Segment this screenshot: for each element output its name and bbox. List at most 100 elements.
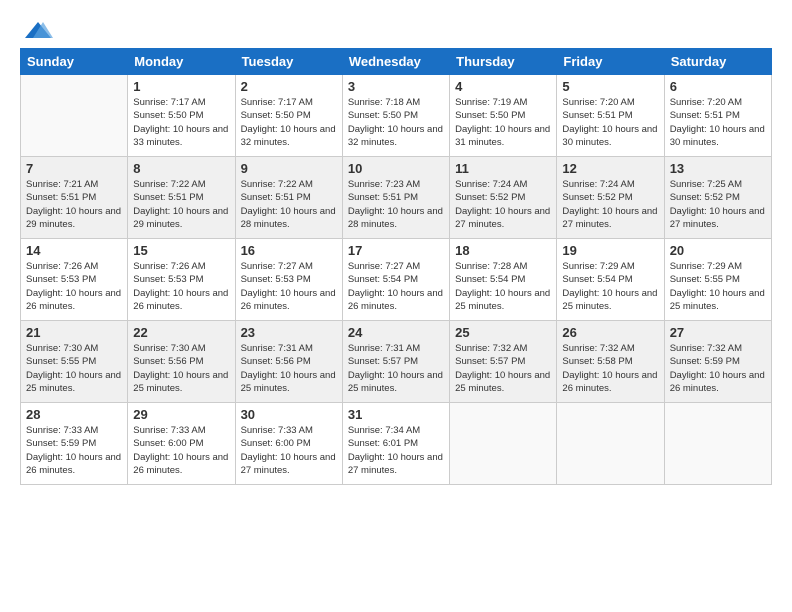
- day-header-thursday: Thursday: [450, 49, 557, 75]
- calendar-cell: 30 Sunrise: 7:33 AMSunset: 6:00 PMDayligh…: [235, 403, 342, 485]
- calendar-cell: 5 Sunrise: 7:20 AMSunset: 5:51 PMDaylight…: [557, 75, 664, 157]
- day-info: Sunrise: 7:21 AMSunset: 5:51 PMDaylight:…: [26, 178, 122, 231]
- day-info: Sunrise: 7:33 AMSunset: 6:00 PMDaylight:…: [133, 424, 229, 477]
- day-info: Sunrise: 7:22 AMSunset: 5:51 PMDaylight:…: [241, 178, 337, 231]
- calendar-week-row: 28 Sunrise: 7:33 AMSunset: 5:59 PMDayligh…: [21, 403, 772, 485]
- calendar-cell: 23Sunrise: 7:31 AMSunset: 5:56 PMDayligh…: [235, 321, 342, 403]
- logo-icon: [23, 20, 53, 40]
- day-number: 22: [133, 325, 229, 340]
- calendar-cell: 21 Sunrise: 7:30 AMSunset: 5:55 PMDayligh…: [21, 321, 128, 403]
- day-number: 29: [133, 407, 229, 422]
- calendar-cell: [557, 403, 664, 485]
- day-number: 10: [348, 161, 444, 176]
- day-info: Sunrise: 7:26 AMSunset: 5:53 PMDaylight:…: [133, 260, 229, 313]
- header: [20, 20, 772, 36]
- day-header-monday: Monday: [128, 49, 235, 75]
- calendar-cell: 17 Sunrise: 7:27 AMSunset: 5:54 PMDayligh…: [342, 239, 449, 321]
- day-number: 1: [133, 79, 229, 94]
- day-info: Sunrise: 7:30 AMSunset: 5:55 PMDaylight:…: [26, 342, 122, 395]
- day-number: 28: [26, 407, 122, 422]
- calendar-cell: 29 Sunrise: 7:33 AMSunset: 6:00 PMDayligh…: [128, 403, 235, 485]
- calendar-cell: 8Sunrise: 7:22 AMSunset: 5:51 PMDaylight…: [128, 157, 235, 239]
- day-info: Sunrise: 7:34 AMSunset: 6:01 PMDaylight:…: [348, 424, 444, 477]
- day-number: 14: [26, 243, 122, 258]
- day-info: Sunrise: 7:33 AMSunset: 6:00 PMDaylight:…: [241, 424, 337, 477]
- day-number: 3: [348, 79, 444, 94]
- day-info: Sunrise: 7:23 AMSunset: 5:51 PMDaylight:…: [348, 178, 444, 231]
- day-number: 9: [241, 161, 337, 176]
- calendar: SundayMondayTuesdayWednesdayThursdayFrid…: [20, 48, 772, 485]
- day-info: Sunrise: 7:29 AMSunset: 5:55 PMDaylight:…: [670, 260, 766, 313]
- calendar-cell: 25 Sunrise: 7:32 AMSunset: 5:57 PMDayligh…: [450, 321, 557, 403]
- day-info: Sunrise: 7:17 AMSunset: 5:50 PMDaylight:…: [133, 96, 229, 149]
- day-header-saturday: Saturday: [664, 49, 771, 75]
- calendar-week-row: 1 Sunrise: 7:17 AMSunset: 5:50 PMDaylight…: [21, 75, 772, 157]
- calendar-week-row: 14 Sunrise: 7:26 AMSunset: 5:53 PMDayligh…: [21, 239, 772, 321]
- day-number: 12: [562, 161, 658, 176]
- day-number: 11: [455, 161, 551, 176]
- day-info: Sunrise: 7:20 AMSunset: 5:51 PMDaylight:…: [562, 96, 658, 149]
- day-info: Sunrise: 7:19 AMSunset: 5:50 PMDaylight:…: [455, 96, 551, 149]
- day-number: 5: [562, 79, 658, 94]
- day-number: 19: [562, 243, 658, 258]
- day-info: Sunrise: 7:27 AMSunset: 5:53 PMDaylight:…: [241, 260, 337, 313]
- calendar-cell: 20Sunrise: 7:29 AMSunset: 5:55 PMDayligh…: [664, 239, 771, 321]
- calendar-cell: 31 Sunrise: 7:34 AMSunset: 6:01 PMDayligh…: [342, 403, 449, 485]
- day-info: Sunrise: 7:28 AMSunset: 5:54 PMDaylight:…: [455, 260, 551, 313]
- calendar-cell: 13 Sunrise: 7:25 AMSunset: 5:52 PMDayligh…: [664, 157, 771, 239]
- calendar-cell: 2 Sunrise: 7:17 AMSunset: 5:50 PMDaylight…: [235, 75, 342, 157]
- calendar-cell: 10 Sunrise: 7:23 AMSunset: 5:51 PMDayligh…: [342, 157, 449, 239]
- day-number: 25: [455, 325, 551, 340]
- day-number: 8: [133, 161, 229, 176]
- day-number: 30: [241, 407, 337, 422]
- day-number: 24: [348, 325, 444, 340]
- day-number: 26: [562, 325, 658, 340]
- day-info: Sunrise: 7:24 AMSunset: 5:52 PMDaylight:…: [455, 178, 551, 231]
- day-number: 6: [670, 79, 766, 94]
- day-info: Sunrise: 7:32 AMSunset: 5:59 PMDaylight:…: [670, 342, 766, 395]
- calendar-cell: 12 Sunrise: 7:24 AMSunset: 5:52 PMDayligh…: [557, 157, 664, 239]
- calendar-cell: 16Sunrise: 7:27 AMSunset: 5:53 PMDayligh…: [235, 239, 342, 321]
- calendar-cell: 6Sunrise: 7:20 AMSunset: 5:51 PMDaylight…: [664, 75, 771, 157]
- day-number: 17: [348, 243, 444, 258]
- day-info: Sunrise: 7:25 AMSunset: 5:52 PMDaylight:…: [670, 178, 766, 231]
- calendar-week-row: 21 Sunrise: 7:30 AMSunset: 5:55 PMDayligh…: [21, 321, 772, 403]
- calendar-cell: 9 Sunrise: 7:22 AMSunset: 5:51 PMDaylight…: [235, 157, 342, 239]
- calendar-cell: 15 Sunrise: 7:26 AMSunset: 5:53 PMDayligh…: [128, 239, 235, 321]
- day-info: Sunrise: 7:27 AMSunset: 5:54 PMDaylight:…: [348, 260, 444, 313]
- day-number: 21: [26, 325, 122, 340]
- calendar-cell: 14 Sunrise: 7:26 AMSunset: 5:53 PMDayligh…: [21, 239, 128, 321]
- calendar-cell: 19 Sunrise: 7:29 AMSunset: 5:54 PMDayligh…: [557, 239, 664, 321]
- calendar-header-row: SundayMondayTuesdayWednesdayThursdayFrid…: [21, 49, 772, 75]
- day-header-tuesday: Tuesday: [235, 49, 342, 75]
- day-info: Sunrise: 7:30 AMSunset: 5:56 PMDaylight:…: [133, 342, 229, 395]
- day-info: Sunrise: 7:24 AMSunset: 5:52 PMDaylight:…: [562, 178, 658, 231]
- calendar-cell: [21, 75, 128, 157]
- day-info: Sunrise: 7:26 AMSunset: 5:53 PMDaylight:…: [26, 260, 122, 313]
- calendar-cell: 26Sunrise: 7:32 AMSunset: 5:58 PMDayligh…: [557, 321, 664, 403]
- calendar-cell: 3Sunrise: 7:18 AMSunset: 5:50 PMDaylight…: [342, 75, 449, 157]
- day-number: 31: [348, 407, 444, 422]
- calendar-cell: [664, 403, 771, 485]
- day-number: 13: [670, 161, 766, 176]
- day-number: 15: [133, 243, 229, 258]
- calendar-cell: 1 Sunrise: 7:17 AMSunset: 5:50 PMDaylight…: [128, 75, 235, 157]
- day-info: Sunrise: 7:33 AMSunset: 5:59 PMDaylight:…: [26, 424, 122, 477]
- day-header-wednesday: Wednesday: [342, 49, 449, 75]
- calendar-cell: 28 Sunrise: 7:33 AMSunset: 5:59 PMDayligh…: [21, 403, 128, 485]
- calendar-cell: 11 Sunrise: 7:24 AMSunset: 5:52 PMDayligh…: [450, 157, 557, 239]
- day-number: 23: [241, 325, 337, 340]
- calendar-cell: 18Sunrise: 7:28 AMSunset: 5:54 PMDayligh…: [450, 239, 557, 321]
- day-info: Sunrise: 7:32 AMSunset: 5:57 PMDaylight:…: [455, 342, 551, 395]
- day-info: Sunrise: 7:17 AMSunset: 5:50 PMDaylight:…: [241, 96, 337, 149]
- day-number: 27: [670, 325, 766, 340]
- calendar-cell: 24Sunrise: 7:31 AMSunset: 5:57 PMDayligh…: [342, 321, 449, 403]
- day-number: 2: [241, 79, 337, 94]
- calendar-week-row: 7Sunrise: 7:21 AMSunset: 5:51 PMDaylight…: [21, 157, 772, 239]
- day-info: Sunrise: 7:29 AMSunset: 5:54 PMDaylight:…: [562, 260, 658, 313]
- day-header-friday: Friday: [557, 49, 664, 75]
- day-number: 4: [455, 79, 551, 94]
- calendar-cell: 22 Sunrise: 7:30 AMSunset: 5:56 PMDayligh…: [128, 321, 235, 403]
- calendar-cell: 4 Sunrise: 7:19 AMSunset: 5:50 PMDaylight…: [450, 75, 557, 157]
- page-container: SundayMondayTuesdayWednesdayThursdayFrid…: [0, 0, 792, 612]
